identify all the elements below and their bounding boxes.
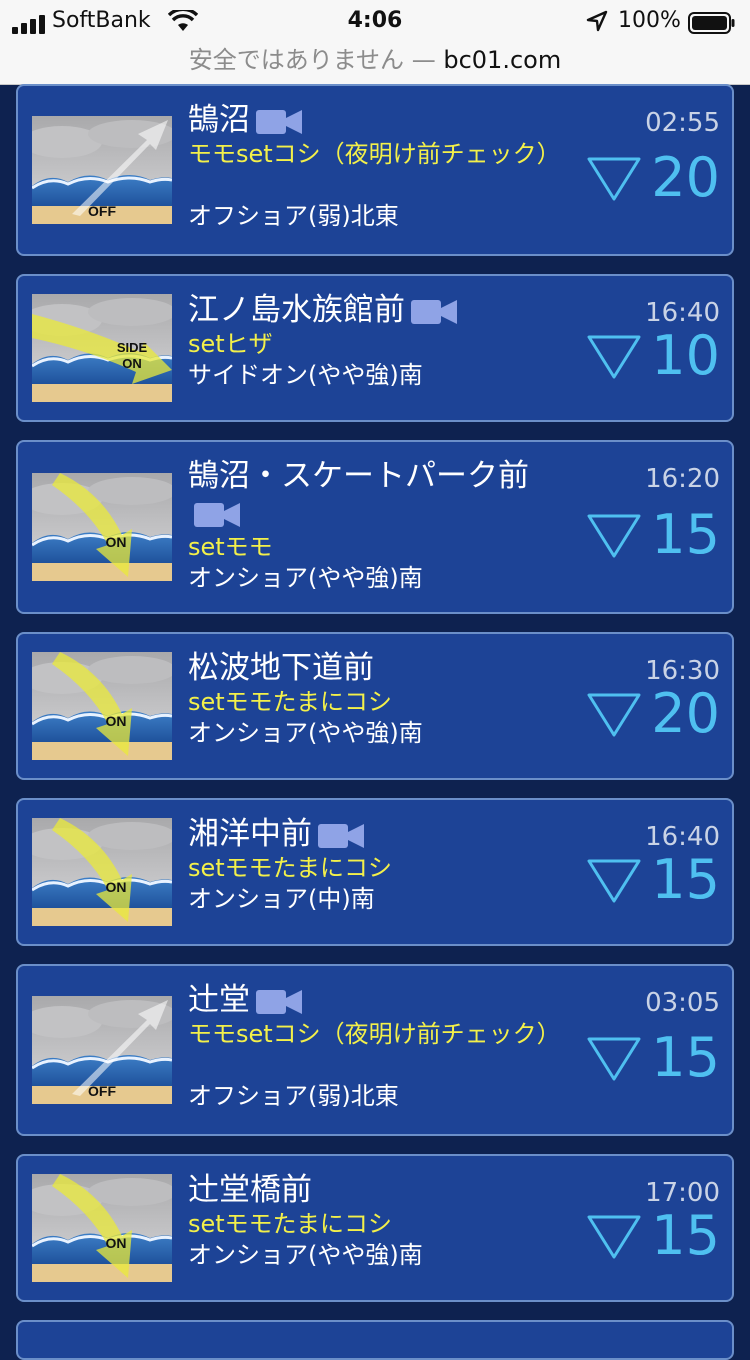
video-camera-icon[interactable]: [318, 823, 364, 849]
surf-score: 15: [651, 503, 720, 566]
spot-card[interactable]: ON 松波地下道前 setモモたまにコシ オンショア(やや強)南 16:30 20: [16, 632, 734, 780]
svg-text:ON: ON: [106, 879, 127, 895]
wind-condition: オンショア(やや強)南: [188, 564, 423, 592]
trend-down-icon: [587, 859, 641, 903]
spot-card[interactable]: ON 鵠沼・スケートパーク前 setモモオンショア(やや強)南 16:20 15: [16, 440, 734, 614]
wind-condition: オフショア(弱)北東: [188, 1082, 399, 1110]
spot-name[interactable]: 湘洋中前: [188, 816, 573, 853]
surf-score: 10: [651, 324, 720, 387]
video-camera-icon[interactable]: [256, 109, 302, 135]
spot-card[interactable]: ON 辻堂橋前 setモモたまにコシ オンショア(やや強)南 17:00 15: [16, 1154, 734, 1302]
trend-down-icon: [587, 335, 641, 379]
svg-text:ON: ON: [122, 356, 142, 371]
spot-name-text: 鵠沼・スケートパーク前: [188, 458, 529, 494]
wind-direction-thumbnail: ON: [32, 818, 172, 926]
wave-condition: setモモたまにコシ: [188, 854, 392, 882]
wind-condition: オンショア(中)南: [188, 885, 375, 913]
spot-card[interactable]: OFF 辻堂 モモsetコシ（夜明け前チェック） オフショア(弱)北東 03:05 15: [16, 964, 734, 1136]
wind-direction-thumbnail: ON: [32, 473, 172, 581]
video-camera-icon[interactable]: [194, 502, 240, 528]
spot-name-text: 辻堂橋前: [188, 1172, 312, 1208]
wave-condition: setモモたまにコシ: [188, 688, 392, 716]
wave-condition: モモsetコシ（夜明け前チェック）: [188, 140, 561, 168]
update-time: 16:20: [645, 464, 720, 494]
svg-text:ON: ON: [106, 713, 127, 729]
wind-direction-thumbnail: ON: [32, 1174, 172, 1282]
url-domain: bc01.com: [443, 46, 562, 74]
svg-text:ON: ON: [106, 534, 127, 550]
spot-name-text: 松波地下道前: [188, 650, 374, 686]
spot-card[interactable]: ON 湘洋中前 setモモたまにコシ オンショア(中)南 16:40 15: [16, 798, 734, 946]
trend-down-icon: [587, 1215, 641, 1259]
battery-icon: [688, 12, 735, 34]
surf-score: 20: [651, 146, 720, 209]
wind-condition: オンショア(やや強)南: [188, 719, 423, 747]
spot-name[interactable]: 鵠沼: [188, 102, 573, 139]
wave-condition: モモsetコシ（夜明け前チェック）: [188, 1020, 561, 1048]
video-camera-icon[interactable]: [256, 989, 302, 1015]
spot-card[interactable]: SIDE ON 江ノ島水族館前 setヒザ サイドオン(やや強)南 16:40 10: [16, 274, 734, 422]
spot-name-text: 鵠沼: [188, 102, 250, 138]
wind-direction-thumbnail: OFF: [32, 116, 172, 224]
trend-down-icon: [587, 1037, 641, 1081]
spot-name[interactable]: 鵠沼・スケートパーク前: [188, 458, 573, 532]
surf-score: 15: [651, 1204, 720, 1267]
wind-direction-thumbnail: OFF: [32, 996, 172, 1104]
location-arrow-icon: [586, 10, 608, 32]
wave-condition: setモモたまにコシ: [188, 1210, 392, 1238]
surf-score: 20: [651, 682, 720, 745]
trend-down-icon: [587, 514, 641, 558]
wind-condition: オンショア(やや強)南: [188, 1241, 423, 1269]
security-warning: 安全ではありません —: [188, 46, 436, 74]
svg-text:OFF: OFF: [88, 1083, 116, 1099]
update-time: 03:05: [645, 988, 720, 1018]
wave-condition: setモモ: [188, 533, 273, 561]
surf-score: 15: [651, 848, 720, 911]
battery-percent: 100%: [618, 8, 681, 33]
status-bar: SoftBank 4:06 100% 安全ではありません — bc01.com: [0, 0, 750, 85]
spot-name[interactable]: 江ノ島水族館前: [188, 292, 573, 329]
svg-text:SIDE: SIDE: [117, 340, 148, 355]
update-time: 02:55: [645, 108, 720, 138]
spot-name-text: 湘洋中前: [188, 816, 312, 852]
spot-name[interactable]: 辻堂橋前: [188, 1172, 573, 1209]
spot-card[interactable]: OFF 鵠沼 モモsetコシ（夜明け前チェック） オフショア(弱)北東 02:55 20: [16, 84, 734, 256]
svg-text:OFF: OFF: [88, 203, 116, 219]
spot-name-text: 江ノ島水族館前: [188, 292, 405, 328]
wind-condition: オフショア(弱)北東: [188, 202, 399, 230]
trend-down-icon: [587, 157, 641, 201]
surf-score: 15: [651, 1026, 720, 1089]
svg-text:ON: ON: [106, 1235, 127, 1251]
wind-condition: サイドオン(やや強)南: [188, 361, 423, 389]
spot-name-text: 辻堂: [188, 982, 250, 1018]
video-camera-icon[interactable]: [411, 299, 457, 325]
wave-condition: setヒザ: [188, 330, 273, 358]
url-bar[interactable]: 安全ではありません — bc01.com: [0, 40, 750, 75]
spot-name[interactable]: 松波地下道前: [188, 650, 573, 687]
spot-name[interactable]: 辻堂: [188, 982, 573, 1019]
wind-direction-thumbnail: ON: [32, 652, 172, 760]
spot-card[interactable]: [16, 1320, 734, 1360]
wind-direction-thumbnail: SIDE ON: [32, 294, 172, 402]
trend-down-icon: [587, 693, 641, 737]
